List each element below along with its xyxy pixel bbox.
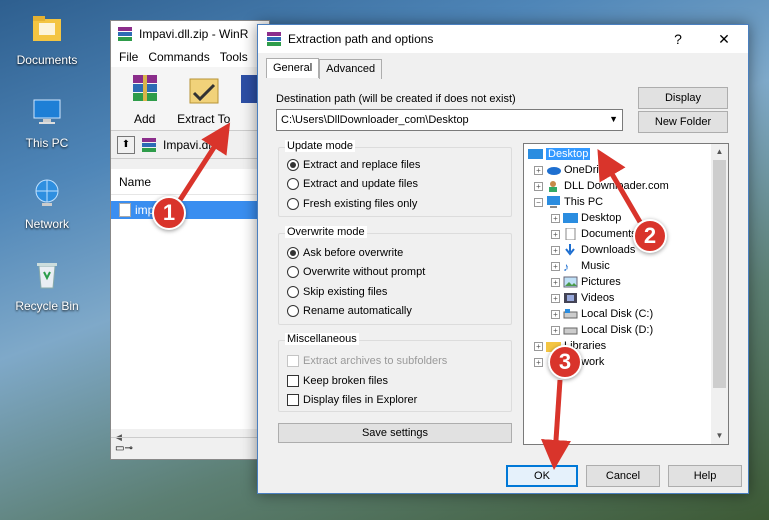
step-marker-3: 3 xyxy=(548,345,582,379)
arrow-3 xyxy=(541,379,571,470)
step-marker-2: 2 xyxy=(633,219,667,253)
arrow-1 xyxy=(177,122,231,202)
step-marker-1: 1 xyxy=(152,196,186,230)
arrow-2 xyxy=(597,149,643,224)
tutorial-arrows-overlay xyxy=(177,122,643,470)
